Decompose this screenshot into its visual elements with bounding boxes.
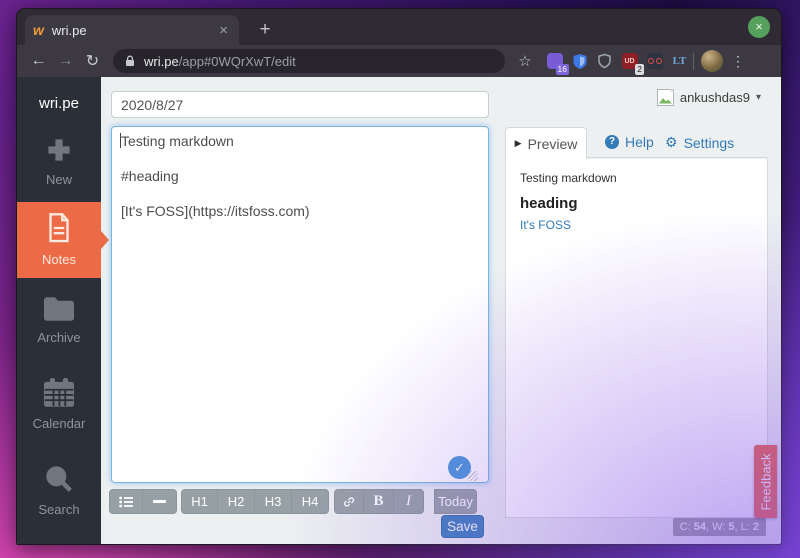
sidebar-item-label: New: [45, 172, 72, 187]
calendar-icon: [43, 377, 75, 407]
cursor-status-readout: C: 54, W: 5, L: 2: [672, 518, 766, 536]
note-icon: [49, 213, 69, 243]
textarea-resize-handle[interactable]: [468, 471, 478, 481]
tab-settings[interactable]: ⚙ Settings: [665, 134, 734, 151]
tab-close-icon[interactable]: ×: [214, 22, 233, 39]
browser-tab[interactable]: w wri.pe ×: [25, 15, 239, 45]
italic-button[interactable]: I: [394, 489, 424, 514]
active-item-arrow: [101, 231, 109, 249]
editor-area: Testing markdown #heading [It's FOSS](ht…: [101, 77, 506, 544]
markdown-preview-card: Testing markdown heading It's FOSS: [505, 159, 768, 518]
search-icon: [46, 466, 72, 492]
url-domain: wri.pe: [144, 53, 179, 69]
note-body-textarea[interactable]: Testing markdown #heading [It's FOSS](ht…: [111, 126, 489, 483]
folder-icon: [43, 297, 75, 321]
extension-tray: 16 UD 2 LT: [545, 52, 689, 75]
profile-avatar[interactable]: [701, 50, 723, 72]
sidebar-item-label: Search: [38, 502, 80, 517]
back-button[interactable]: ←: [25, 52, 52, 70]
tab-label: Preview: [527, 135, 578, 152]
tab-title: wri.pe: [51, 22, 87, 38]
save-button[interactable]: Save: [441, 515, 484, 538]
bullet-list-icon: [118, 496, 133, 507]
sidebar-item-notes[interactable]: Notes: [17, 202, 109, 278]
user-image-placeholder-icon: [656, 89, 674, 106]
plus-icon: [48, 139, 70, 161]
bullet-list-button[interactable]: [109, 489, 143, 514]
wripe-favicon-icon: w: [33, 22, 44, 38]
sidebar-item-label: Calendar: [32, 416, 86, 431]
play-icon: ▶: [514, 138, 522, 148]
extension-badge: 2: [635, 63, 644, 75]
today-button[interactable]: Today: [434, 489, 477, 514]
lock-icon: [124, 55, 136, 68]
panel-tab-bar: ▶ Preview ? Help ⚙ Settings: [505, 127, 768, 159]
tab-preview[interactable]: ▶ Preview: [505, 127, 587, 159]
url-path: /app#0WQrXwT/edit: [178, 53, 296, 69]
forward-button[interactable]: →: [52, 52, 79, 70]
chevron-down-icon: ▾: [755, 92, 761, 103]
bitwarden-shield-icon[interactable]: [570, 52, 589, 71]
link-icon: [344, 496, 354, 507]
window-close-button[interactable]: ×: [748, 16, 770, 38]
help-icon: ?: [605, 135, 619, 149]
sidebar-item-search[interactable]: Search: [17, 454, 101, 528]
page-content: wri.pe New Notes Archive Calendar Search…: [17, 77, 781, 544]
preview-link[interactable]: It's FOSS: [520, 218, 767, 232]
h3-button[interactable]: H3: [255, 489, 292, 514]
toolbar-separator: [693, 52, 694, 70]
sidebar-item-label: Archive: [37, 330, 81, 345]
browser-menu-icon[interactable]: ⋮: [731, 53, 746, 70]
text-caret: [120, 133, 121, 148]
preview-panel: ankushdas9 ▾ ▶ Preview ? Help ⚙ Settings: [505, 77, 781, 544]
ghostery-shield-icon[interactable]: [595, 52, 614, 71]
url-text: wri.pe/app#0WQrXwT/edit: [144, 54, 296, 69]
address-bar[interactable]: wri.pe/app#0WQrXwT/edit: [113, 49, 505, 73]
feedback-label: Feedback: [758, 452, 773, 511]
check-icon: ✓: [454, 460, 465, 475]
reload-button[interactable]: ↻: [79, 51, 106, 71]
preview-paragraph: Testing markdown: [520, 171, 617, 185]
list-button-group: [109, 489, 177, 514]
sync-check-badge: ✓: [448, 456, 471, 479]
tab-label: Settings: [683, 134, 735, 151]
username-label: ankushdas9: [679, 90, 750, 105]
user-menu[interactable]: ankushdas9 ▾: [656, 89, 761, 106]
h1-button[interactable]: H1: [181, 489, 218, 514]
gear-icon: ⚙: [665, 134, 678, 150]
extension-purple-icon[interactable]: 16: [545, 52, 569, 75]
tab-label: Help: [625, 134, 654, 150]
horizontal-rule-button[interactable]: [143, 489, 177, 514]
browser-tabstrip: w wri.pe × + ×: [17, 9, 781, 45]
today-button-group: Today: [434, 489, 477, 514]
browser-toolbar: ← → ↻ wri.pe/app#0WQrXwT/edit ☆ 16 UD 2 …: [17, 45, 781, 77]
languagetool-icon[interactable]: LT: [670, 52, 689, 71]
heading-button-group: H1 H2 H3 H4: [181, 489, 329, 514]
sidebar-item-label: Notes: [42, 252, 76, 267]
browser-window: w wri.pe × + × ← → ↻ wri.pe/app#0WQrXwT/…: [16, 8, 782, 545]
desktop-wallpaper: w wri.pe × + × ← → ↻ wri.pe/app#0WQrXwT/…: [0, 0, 800, 558]
sidebar-item-new[interactable]: New: [17, 126, 101, 198]
privacy-badger-icon[interactable]: [645, 52, 664, 71]
h4-button[interactable]: H4: [292, 489, 329, 514]
extension-badge: 16: [555, 63, 569, 75]
h2-button[interactable]: H2: [218, 489, 255, 514]
app-logo: wri.pe: [38, 95, 79, 112]
new-tab-button[interactable]: +: [251, 16, 279, 44]
format-button-group: B I: [334, 489, 424, 514]
minus-icon: [153, 500, 166, 503]
note-title-input[interactable]: [111, 91, 489, 118]
feedback-button[interactable]: Feedback: [754, 445, 777, 518]
sidebar-item-calendar[interactable]: Calendar: [17, 368, 101, 442]
preview-heading: heading: [520, 195, 578, 212]
bold-button[interactable]: B: [364, 489, 394, 514]
ublock-icon[interactable]: UD 2: [620, 52, 644, 75]
app-sidebar: wri.pe New Notes Archive Calendar Search: [17, 77, 109, 544]
link-button[interactable]: [334, 489, 364, 514]
sidebar-item-archive[interactable]: Archive: [17, 286, 101, 356]
tab-help[interactable]: ? Help: [605, 134, 654, 150]
bookmark-star-icon[interactable]: ☆: [514, 52, 536, 70]
